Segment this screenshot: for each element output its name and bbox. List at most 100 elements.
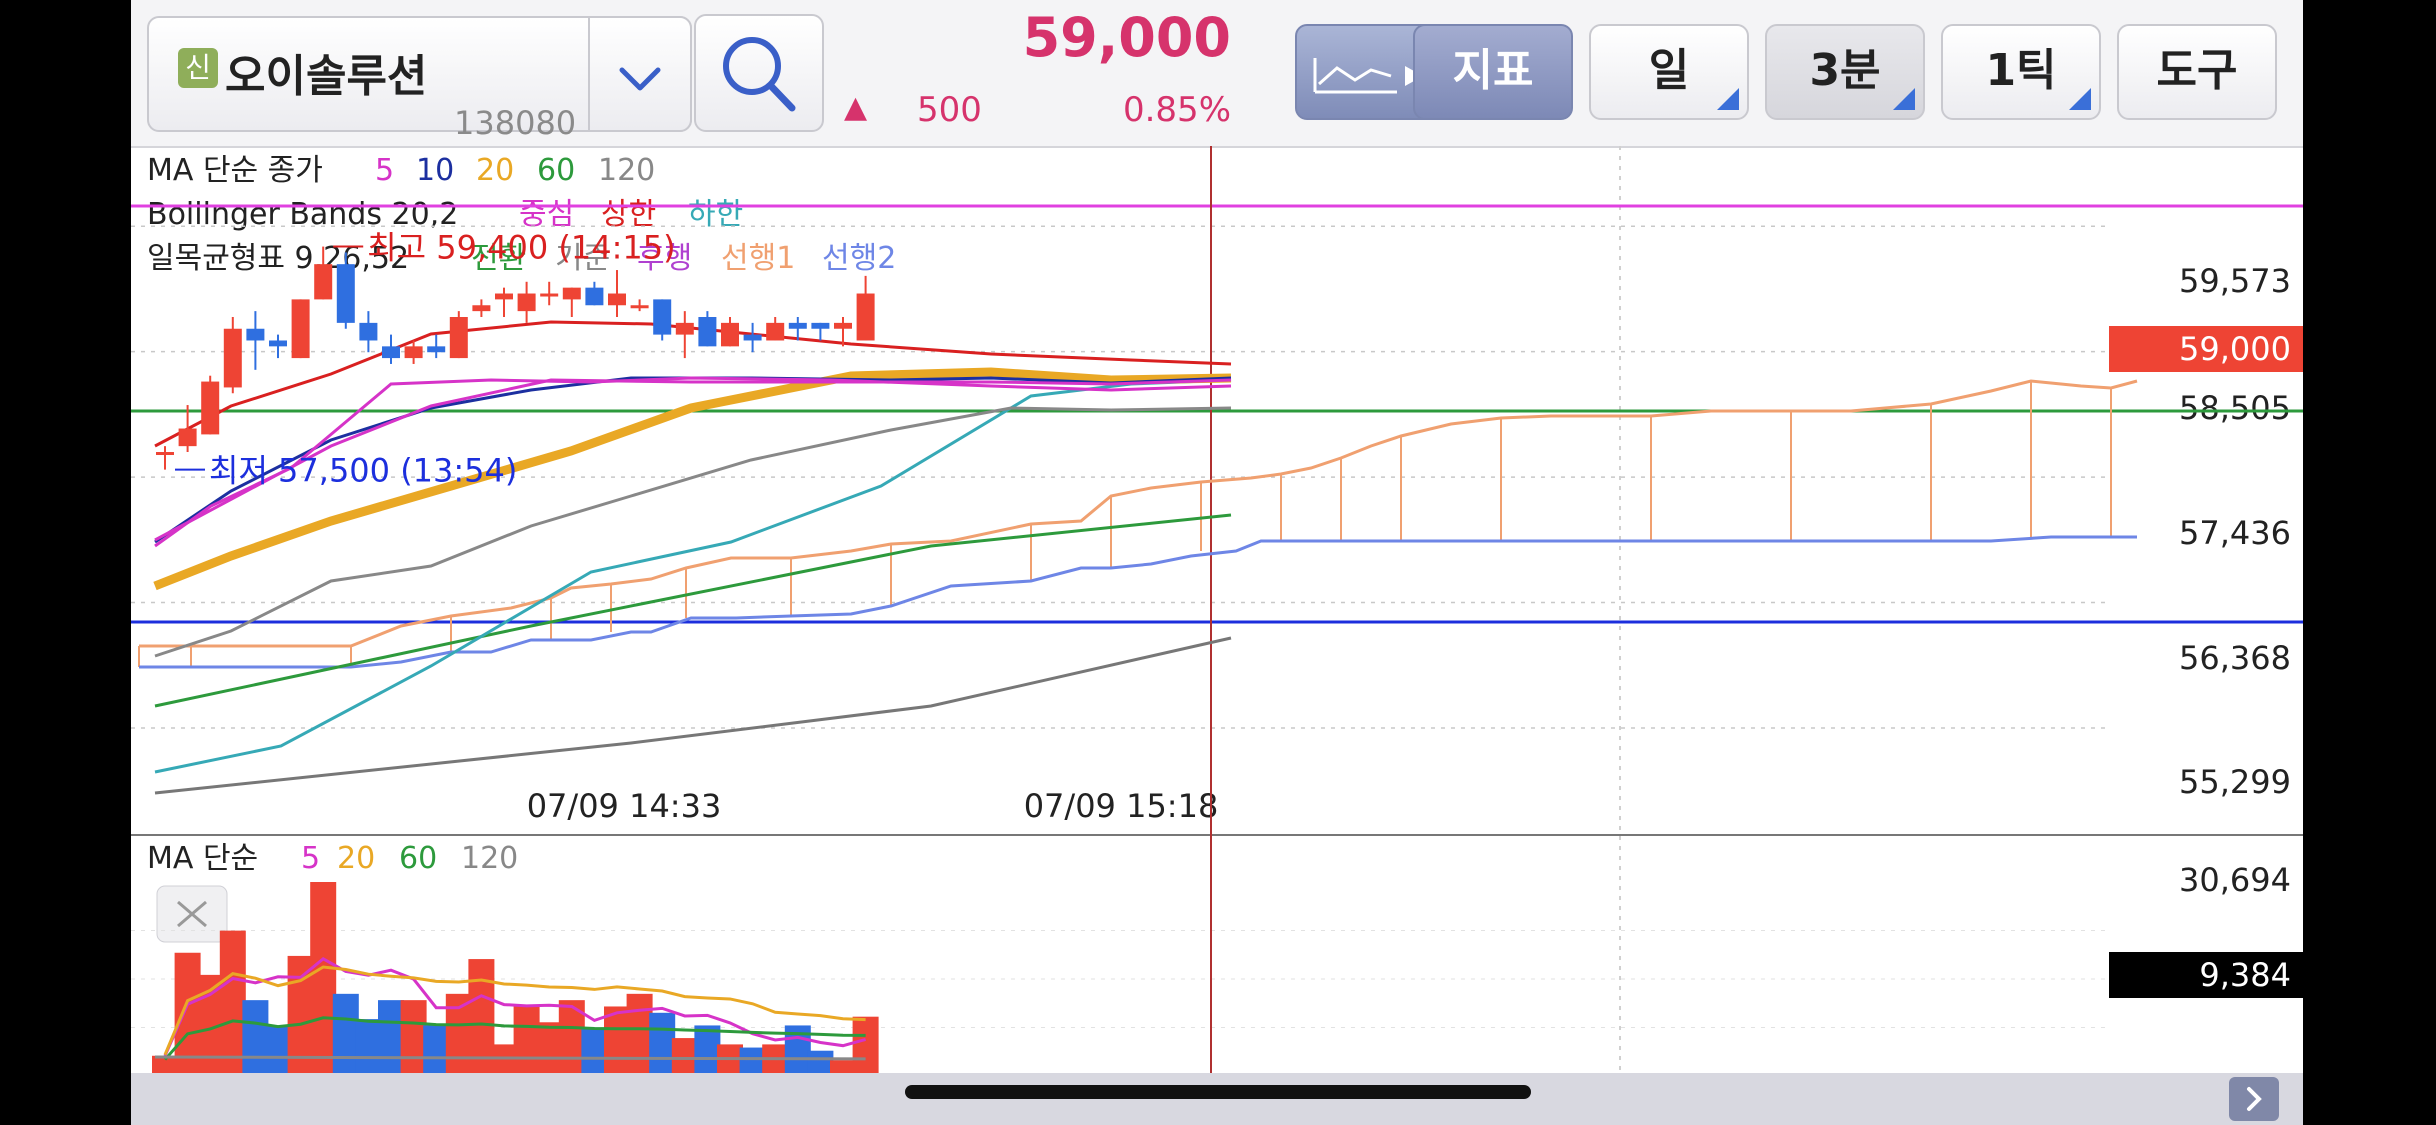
leading-span2-line [139,535,2137,669]
candle-body [495,293,513,300]
candle-body [562,287,581,300]
candle-body [201,381,220,435]
candle-body [336,264,355,323]
price-tick-4: 55,299 [2179,763,2291,801]
high-annotation: 최고 59,400 (14:15) [367,229,675,267]
volume-bar [581,1028,608,1076]
period-day-label: 일 [1648,45,1690,96]
candle-body [269,340,287,347]
candle-body [314,264,333,300]
current-volume-tag-text: 9,384 [2199,956,2291,994]
candle-body [653,299,672,335]
search-icon [723,37,796,112]
candle-body [156,452,174,456]
candle-body [585,287,604,306]
ma-legend-10: 10 [416,153,454,188]
volume-legend-60: 60 [399,841,437,876]
candle-body [517,293,536,312]
candle-body [291,299,310,359]
plot-layer: 최저 57,500 (13:54) 최고 59,400 (14:15) [131,146,2303,1086]
volume-bar [739,1047,766,1076]
indicator-button[interactable]: 지표 [1413,24,1573,120]
bb-legend-upper: 상한 [601,197,656,232]
interval-3min-button[interactable]: 3분 [1765,24,1925,120]
candle-body [766,322,785,341]
price-block: 59,000 ▲ 500 0.85% [841,0,1231,146]
chart-area[interactable]: MA 단순 종가 5 10 20 60 120 Bollinger Bands … [131,146,2303,1125]
period-day-button[interactable]: 일 [1589,24,1749,120]
stock-dropdown-button[interactable] [588,16,692,132]
time-label-0: 07/09 14:33 [527,787,722,825]
candle-body [359,322,378,341]
candle-body [427,346,446,353]
volume-bar [513,1006,540,1076]
tools-button[interactable]: 도구 [2117,24,2277,120]
volume-bar [400,1000,427,1076]
price-tick-0: 59,573 [2179,262,2291,300]
candle-body [788,322,807,329]
volume-legend-120: 120 [461,841,518,876]
candle-body [811,322,830,329]
volume-bar [378,1000,404,1076]
price-change: 500 [917,90,982,130]
stock-name: 오이솔루션 [225,51,428,102]
leading-span1-line [139,379,2138,648]
time-label-1: 07/09 15:18 [1024,787,1219,825]
ma60-line [154,513,1232,708]
chevron-down-icon [619,67,661,91]
credit-badge: 신 [178,48,218,88]
search-button[interactable] [694,14,824,132]
bottom-bar [131,1073,2303,1125]
volume-bar [310,882,337,1076]
low-annotation: 최저 57,500 (13:54) [209,452,517,490]
up-arrow-icon: ▲ [844,90,868,125]
candle-body [382,346,400,359]
volume-bar [355,1019,382,1076]
ma120-line [154,636,1232,795]
volume-legend-5: 5 [301,841,320,876]
ma-legend-20: 20 [476,153,514,188]
candle-body [449,317,468,359]
volume-bar [219,930,246,1076]
stock-code: 138080 [454,104,577,142]
next-page-button[interactable] [2229,1077,2279,1121]
bb-legend-mid: 중심 [519,197,574,232]
volume-legend-20: 20 [337,841,375,876]
volume-bar [649,1012,676,1076]
volume-bar [242,1000,269,1076]
candle-body [698,317,717,347]
candle-body [630,305,649,309]
chevron-right-icon [2247,1087,2262,1111]
ichimoku-legend-span1: 선행1 [721,241,795,276]
ma-legend-5: 5 [375,153,394,188]
volume-bar [694,1025,721,1076]
ma-legend-60: 60 [537,153,575,188]
close-volume-button[interactable] [156,885,228,943]
tick-label: 1틱 [1985,45,2057,96]
price-change-pct: 0.85% [1122,90,1231,130]
volume-ma120-line [154,1055,866,1061]
candle-body [472,305,491,312]
corner-triangle-icon [1893,88,1915,110]
home-indicator [905,1085,1531,1099]
volume-bar [626,993,653,1076]
candle-body [540,293,559,297]
tick-button[interactable]: 1틱 [1941,24,2101,120]
volume-bar [717,1044,743,1076]
candle-body [834,322,852,329]
volume-bar [423,1025,450,1076]
volume-legend-title: MA 단순 [147,841,258,876]
ichimoku-legend-span2: 선행2 [822,241,896,276]
price-tick-1: 58,505 [2179,389,2291,427]
candle-body [856,293,875,341]
volume-bar [491,1044,517,1076]
corner-triangle-icon [1717,88,1739,110]
volume-axis-max: 30,694 [2179,861,2291,899]
volume-bar [536,1022,563,1076]
volume-bar [265,1025,291,1076]
candle-body [675,322,694,335]
candle-body [743,334,762,341]
price-tick-2: 57,436 [2179,514,2291,552]
ma-legend-title: MA 단순 종가 [147,153,323,188]
volume-bar [852,1016,879,1076]
